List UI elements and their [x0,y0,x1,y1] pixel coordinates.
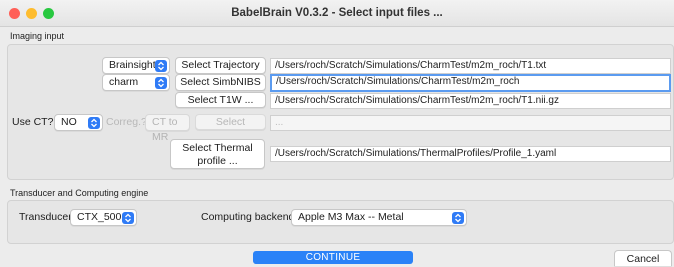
computing-backend-label: Computing backend [201,211,295,223]
use-ct-label: Use CT? [12,116,54,128]
chevron-updown-icon [155,60,167,72]
coregistration-label: Correg.? [106,116,147,128]
chevron-updown-icon [452,212,464,224]
transducer-value: CTX_500 [77,211,122,223]
transducer-popup[interactable]: CTX_500 [70,209,137,226]
simbnibs-path-field[interactable]: /Users/roch/Scratch/Simulations/CharmTes… [270,74,671,92]
segmentation-tool-value: charm [109,76,139,88]
use-ct-value: NO [61,116,77,128]
chevron-updown-icon [122,212,134,224]
segmentation-tool-popup[interactable]: charm [102,74,170,91]
ct-to-mr-popup[interactable]: CT to MR [145,114,190,143]
computing-backend-value: Apple M3 Max -- Metal [298,211,404,223]
trajectory-path-field[interactable]: /Users/roch/Scratch/Simulations/CharmTes… [270,58,671,74]
ct-path-field[interactable]: ... [270,115,671,131]
computing-backend-popup[interactable]: Apple M3 Max -- Metal [291,209,467,226]
trajectory-source-value: Brainsight [109,59,156,71]
chevron-updown-icon [155,77,167,89]
continue-button[interactable]: CONTINUE [253,251,413,264]
thermal-profile-path-field[interactable]: /Users/roch/Scratch/Simulations/ThermalP… [270,146,671,162]
chevron-updown-icon [88,117,100,129]
t1w-path-field[interactable]: /Users/roch/Scratch/Simulations/CharmTes… [270,93,671,109]
select-t1w-button[interactable]: Select T1W ... [175,92,266,108]
select-ct-button[interactable]: Select [195,114,266,130]
use-ct-popup[interactable]: NO [54,114,103,131]
select-thermal-profile-button[interactable]: Select Thermal profile ... [170,139,265,169]
select-trajectory-button[interactable]: Select Trajectory ... [175,57,266,86]
transducer-group-label: Transducer and Computing engine [10,188,149,198]
trajectory-source-popup[interactable]: Brainsight [102,57,170,74]
transducer-label: Transducer [19,211,72,223]
imaging-group-label: Imaging input [10,31,65,41]
window-title: BabelBrain V0.3.2 - Select input files .… [231,7,443,19]
cancel-button[interactable]: Cancel [614,250,672,266]
select-simbnibs-button[interactable]: Select SimbNIBS ... [175,74,266,103]
